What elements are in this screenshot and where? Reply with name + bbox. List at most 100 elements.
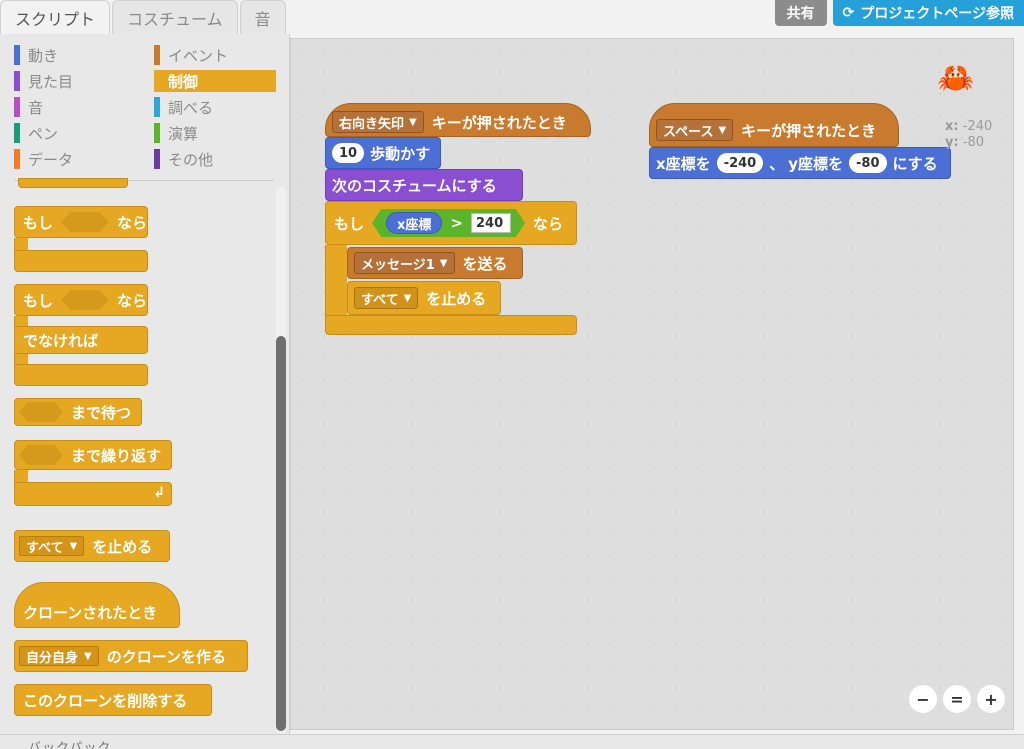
category-label: ペン [28,124,59,143]
partial-block[interactable] [18,178,128,188]
then-label: なら [116,213,147,232]
then-label: なら [532,214,563,233]
create-clone-block[interactable]: 自分自身 ▼ のクローンを作る [14,640,248,672]
category-swatch [154,97,160,117]
move-steps-block[interactable]: 10 歩動かす [325,137,441,169]
category-swatch [14,71,20,91]
move-label: 歩動かす [370,144,431,163]
steps-input[interactable]: 10 [332,143,365,163]
condition-slot[interactable] [61,212,109,232]
category-swatch [154,149,160,169]
dropdown-arrow-icon: ▼ [84,650,92,662]
y-coord-label: y: [945,135,959,150]
message-dropdown[interactable]: メッセージ1 ▼ [354,252,455,274]
y-input[interactable]: -80 [849,153,887,173]
palette-scrollbar[interactable] [276,186,286,734]
tab-sounds[interactable]: 音 [239,0,286,34]
category-label: データ [28,150,74,169]
hat-label: キーが押されたとき [741,121,877,140]
if-else-block[interactable]: もし なら [14,284,148,316]
clone-target-value: 自分自身 [26,650,79,666]
condition-slot[interactable] [19,402,63,422]
key-dropdown-value: 右向き矢印 [339,116,405,132]
stop-dropdown[interactable]: すべて ▼ [354,287,419,309]
editor-tabs: スクリプト コスチューム 音 [0,0,288,34]
category-data[interactable]: データ [14,148,73,170]
category-looks[interactable]: 見た目 [14,70,73,92]
repeat-until-block[interactable]: まで繰り返す [14,440,172,470]
next-costume-block[interactable]: 次のコスチュームにする [325,169,523,201]
if-then-block[interactable]: もし なら [14,206,148,238]
zoom-in-icon[interactable]: + [977,685,1005,713]
category-label: 動き [28,46,59,65]
c-footer [325,315,577,335]
clone-target-dropdown[interactable]: 自分自身 ▼ [19,646,99,666]
hat-label: キーが押されたとき [431,113,567,132]
broadcast-label: を送る [462,254,508,273]
when-space-pressed-hat[interactable]: スペース ▼ キーが押されたとき [649,103,899,147]
dropdown-arrow-icon: ▼ [718,124,727,136]
compare-value-input[interactable]: 240 [470,213,511,233]
key-dropdown[interactable]: スペース ▼ [656,119,734,141]
message-dropdown-value: メッセージ1 [361,257,435,273]
separator: 、 [769,154,785,173]
category-control[interactable]: 制御 [154,70,276,92]
palette-scrollbar-thumb[interactable] [276,336,286,731]
backpack-bar[interactable]: バックパック [0,734,1024,749]
repeat-until-label: まで繰り返す [71,446,162,465]
greater-than-operator[interactable]: x座標 > 240 [372,209,525,237]
category-more[interactable]: その他 [154,148,213,170]
dropdown-arrow-icon: ▼ [69,540,78,552]
wait-until-block[interactable]: まで待つ [14,398,142,426]
tab-costumes[interactable]: コスチューム [112,0,238,34]
category-swatch [14,97,20,117]
if-label: もし [23,213,54,232]
when-key-pressed-hat[interactable]: 右向き矢印 ▼ キーが押されたとき [325,103,591,137]
c-footer: ↲ [14,482,172,506]
sprite-coordinates: x: -240 y: -80 [945,119,992,151]
loop-arrow-icon: ↲ [153,485,165,501]
if-label: もし [23,291,54,310]
category-sound[interactable]: 音 [14,96,43,118]
condition-slot[interactable] [61,290,109,310]
stop-block[interactable]: すべて ▼ を止める [347,281,501,315]
create-clone-label: のクローンを作る [106,647,226,666]
broadcast-block[interactable]: メッセージ1 ▼ を送る [347,247,523,279]
go-to-xy-block[interactable]: x座標を -240 、 y座標を -80 にする [649,147,951,179]
category-swatch [14,123,20,143]
tab-scripts[interactable]: スクリプト [0,0,111,34]
category-sensing[interactable]: 調べる [154,96,213,118]
y-coord-value: -80 [962,135,985,150]
zoom-out-icon[interactable]: − [909,685,937,713]
script-area[interactable]: 右向き矢印 ▼ キーが押されたとき 10 歩動かす 次のコスチュームにする もし x座… [290,38,1014,730]
stop-dropdown[interactable]: すべて ▼ [19,536,85,556]
key-dropdown[interactable]: 右向き矢印 ▼ [332,111,424,133]
key-dropdown-value: スペース [663,124,714,140]
x-position-reporter[interactable]: x座標 [386,212,443,234]
stop-dropdown-value: すべて [26,540,64,556]
delete-clone-label: このクローンを削除する [23,691,188,710]
when-clone-starts-block[interactable]: クローンされたとき [14,582,180,628]
goto-y-label: y座標を [788,154,844,173]
project-page-label: プロジェクトページ参照 [860,6,1014,22]
stop-block[interactable]: すべて ▼ を止める [14,530,170,562]
category-label: イベント [168,46,229,65]
when-clone-label: クローンされたとき [23,603,158,622]
category-events[interactable]: イベント [154,44,228,66]
category-pen[interactable]: ペン [14,122,58,144]
category-swatch [14,149,20,169]
if-label: もし [334,214,365,233]
stop-label: を止める [92,537,153,556]
zoom-reset-icon[interactable]: = [943,685,971,713]
category-operators[interactable]: 演算 [154,122,198,144]
category-motion[interactable]: 動き [14,44,58,66]
x-input[interactable]: -240 [716,153,764,173]
project-page-button[interactable]: ⟳ プロジェクトページ参照 [832,0,1024,26]
condition-slot[interactable] [19,445,63,465]
share-button[interactable]: 共有 [774,0,827,26]
else-label: でなければ [23,331,99,350]
category-label: その他 [168,150,214,169]
delete-clone-block[interactable]: このクローンを削除する [14,684,212,716]
if-then-block[interactable]: もし x座標 > 240 なら [325,201,577,245]
c-footer [14,364,148,386]
